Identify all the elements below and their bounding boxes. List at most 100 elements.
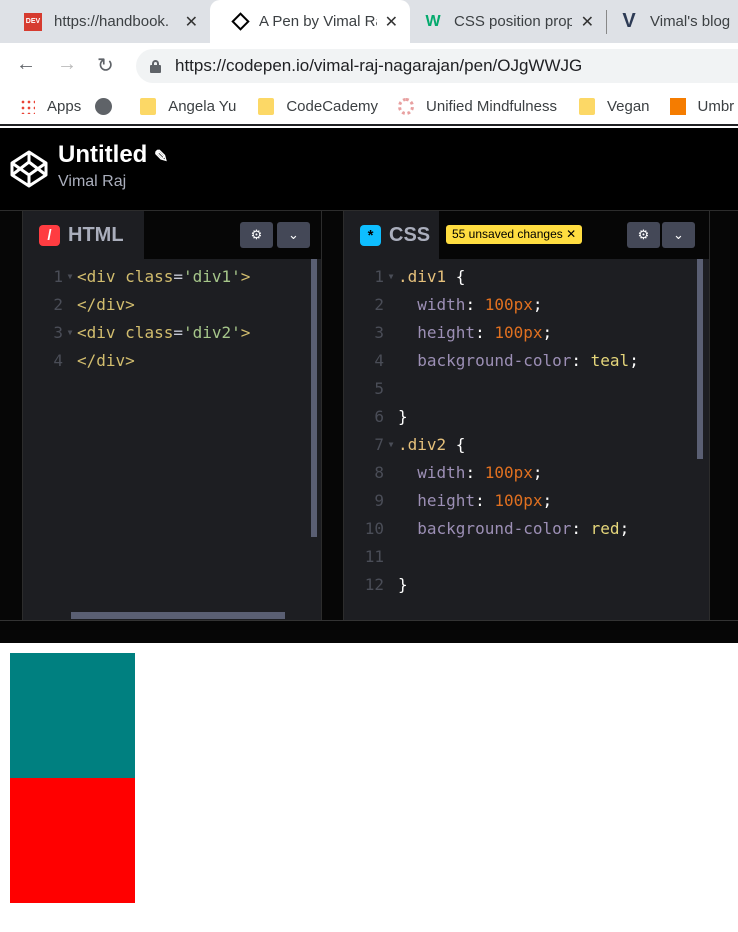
- code-line[interactable]: 3 height: 100px;: [344, 319, 639, 347]
- code-token: :: [475, 491, 495, 510]
- html-settings-button[interactable]: ⚙: [240, 222, 273, 248]
- line-number: 4: [53, 351, 63, 370]
- code-line[interactable]: 9 height: 100px;: [344, 487, 639, 515]
- code-line[interactable]: 1 ▼ .div1 {: [344, 263, 639, 291]
- code-token: class: [125, 267, 174, 286]
- code-line[interactable]: 10 background-color: red;: [344, 515, 639, 543]
- line-number: 3: [53, 323, 63, 342]
- close-tab-icon[interactable]: ✕: [581, 12, 594, 32]
- code-token: width: [398, 295, 466, 314]
- code-token: ;: [629, 351, 639, 370]
- mindfulness-icon: [398, 97, 415, 115]
- close-tab-icon[interactable]: ✕: [185, 12, 198, 32]
- code-token: height: [398, 323, 476, 342]
- fold-gutter: [384, 515, 398, 543]
- pen-author[interactable]: Vimal Raj: [58, 173, 126, 191]
- code-token: </div>: [77, 295, 135, 314]
- code-token: :: [465, 463, 485, 482]
- code-token: red: [590, 519, 620, 538]
- code-line[interactable]: 2 width: 100px;: [344, 291, 639, 319]
- close-icon[interactable]: ✕: [566, 227, 576, 241]
- folder-icon: [258, 97, 275, 115]
- codepen-logo-icon[interactable]: [10, 150, 48, 188]
- code-token: 100px: [484, 295, 533, 314]
- css-code-editor[interactable]: 1 ▼ .div1 {2 width: 100px; 3 height: 100px;…: [344, 263, 639, 599]
- code-token: .div2: [398, 435, 456, 454]
- code-token: 'div2': [182, 323, 241, 342]
- back-icon[interactable]: ←: [16, 53, 36, 76]
- code-token: }: [398, 575, 408, 594]
- fold-gutter: [384, 347, 398, 375]
- pen-title[interactable]: Untitled ✎: [58, 141, 168, 169]
- html-code-editor[interactable]: 1 ▼ <div class ='div1' >2 </div> 3 ▼ <div class =…: [23, 263, 250, 375]
- unsaved-changes-badge[interactable]: 55 unsaved changes ✕: [446, 225, 583, 244]
- bookmark-globe[interactable]: [95, 97, 124, 115]
- browser-tab-active[interactable]: A Pen by Vimal Raj ✕: [210, 0, 410, 43]
- code-line[interactable]: 2 </div>: [23, 291, 250, 319]
- browser-tab[interactable]: V Vimal's blog: [596, 0, 738, 43]
- code-line[interactable]: 8 width: 100px;: [344, 459, 639, 487]
- html-horizontal-scrollbar[interactable]: [71, 612, 285, 619]
- code-line[interactable]: 6}: [344, 403, 639, 431]
- fold-arrow-icon[interactable]: ▼: [384, 431, 398, 459]
- url-input[interactable]: https://codepen.io/vimal-raj-nagarajan/p…: [136, 49, 738, 83]
- bookmark-vegan[interactable]: Vegan: [578, 97, 650, 115]
- code-token: :: [571, 351, 591, 370]
- line-number: 6: [374, 407, 384, 426]
- code-line[interactable]: 11: [344, 543, 639, 571]
- code-token: background-color: [398, 351, 572, 370]
- bookmark-umbr[interactable]: Umbr: [669, 97, 734, 115]
- code-token: background-color: [398, 519, 572, 538]
- line-number: 2: [53, 295, 63, 314]
- preview-div1-teal-box: [10, 653, 135, 778]
- css-settings-button[interactable]: ⚙: [627, 222, 660, 248]
- fold-gutter: [384, 375, 398, 403]
- fold-gutter: [384, 291, 398, 319]
- css-collapse-button[interactable]: ⌄: [662, 222, 695, 248]
- bookmark-unified-mindfulness[interactable]: Unified Mindfulness: [398, 97, 557, 115]
- browser-tab[interactable]: W CSS position prop ✕: [400, 0, 606, 43]
- code-line[interactable]: 12}: [344, 571, 639, 599]
- forward-icon[interactable]: →: [57, 53, 77, 76]
- code-token: ;: [542, 491, 553, 510]
- html-collapse-button[interactable]: ⌄: [277, 222, 310, 248]
- code-token: class: [125, 323, 174, 342]
- address-bar-row: ← → ↻ https://codepen.io/vimal-raj-nagar…: [0, 43, 738, 88]
- code-token: <div: [77, 323, 126, 342]
- browser-tab[interactable]: DEV https://handbook. ✕: [0, 0, 210, 43]
- editors-area: / HTML ⚙ ⌄ 1 ▼ <div class ='div1' >2 </div> 3 ▼ <…: [0, 210, 738, 621]
- close-tab-icon[interactable]: ✕: [385, 12, 398, 32]
- fold-arrow-icon[interactable]: ▼: [63, 263, 77, 291]
- html-vertical-scrollbar[interactable]: [311, 259, 317, 537]
- fold-gutter: [384, 319, 398, 347]
- html-tab[interactable]: / HTML: [23, 211, 144, 259]
- css-tab[interactable]: * CSS: [344, 211, 439, 259]
- code-line[interactable]: 4 </div>: [23, 347, 250, 375]
- bookmark-apps[interactable]: Apps: [20, 98, 81, 115]
- fold-arrow-icon[interactable]: ▼: [63, 319, 77, 347]
- code-line[interactable]: 4 background-color: teal;: [344, 347, 639, 375]
- fold-gutter: [384, 571, 398, 599]
- fold-gutter: [384, 459, 398, 487]
- bookmark-codecademy[interactable]: CodeCademy: [258, 97, 378, 115]
- line-number: 4: [374, 351, 384, 370]
- bookmark-angela-yu[interactable]: Angela Yu: [140, 97, 236, 115]
- code-line[interactable]: 1 ▼ <div class ='div1' >: [23, 263, 250, 291]
- line-number: 7: [374, 435, 384, 454]
- reload-icon[interactable]: ↻: [97, 53, 114, 78]
- code-line[interactable]: 3 ▼ <div class ='div2' >: [23, 319, 250, 347]
- css-vertical-scrollbar[interactable]: [697, 259, 703, 459]
- code-line[interactable]: 7 ▼ .div2 {: [344, 431, 639, 459]
- code-line[interactable]: 5: [344, 375, 639, 403]
- line-number: 9: [374, 491, 384, 510]
- code-token: =: [173, 267, 183, 286]
- code-token: 100px: [484, 463, 533, 482]
- fold-arrow-icon[interactable]: ▼: [384, 263, 398, 291]
- code-token: 100px: [494, 491, 543, 510]
- code-token: ;: [542, 323, 553, 342]
- apps-grid-icon: [20, 98, 35, 114]
- line-number: 11: [364, 547, 384, 566]
- dev-icon: DEV: [24, 12, 42, 31]
- edit-pencil-icon[interactable]: ✎: [154, 147, 168, 166]
- code-token: >: [240, 323, 251, 342]
